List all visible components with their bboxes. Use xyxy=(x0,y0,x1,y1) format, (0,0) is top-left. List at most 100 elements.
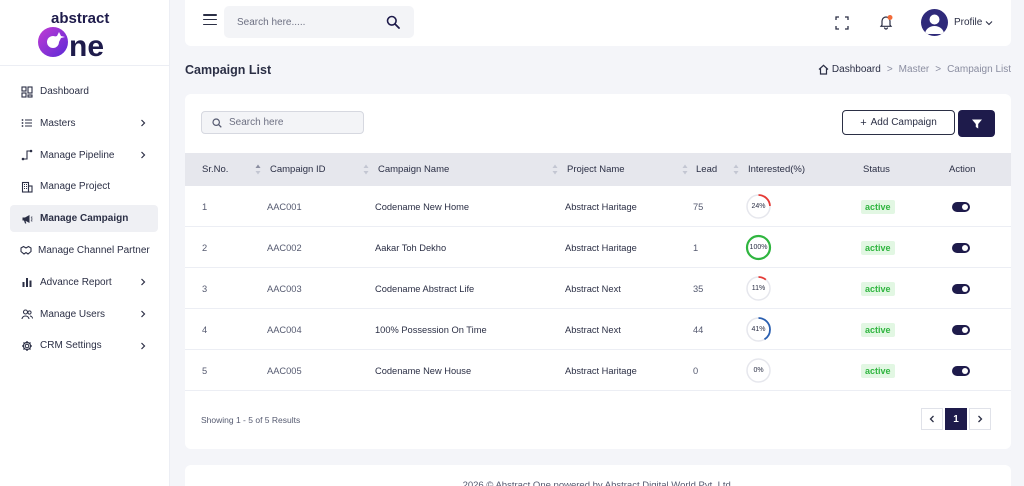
svg-text:abstract: abstract xyxy=(51,10,109,27)
sidebar-item-manage-users[interactable]: Manage Users xyxy=(10,301,158,328)
interested-progress-ring: 41% xyxy=(745,316,772,343)
action-cell xyxy=(952,350,970,391)
chevron-right-icon xyxy=(138,341,148,351)
column-header[interactable]: Lead xyxy=(696,153,717,186)
sr-no-cell: 1 xyxy=(202,201,208,212)
lead-cell: 35 xyxy=(693,283,704,294)
breadcrumb-separator: > xyxy=(935,64,942,75)
sidebar-item-manage-project[interactable]: Manage Project xyxy=(10,173,158,200)
search-icon xyxy=(212,117,222,128)
campaign-id-cell: AAC001 xyxy=(267,201,302,212)
sort-icon[interactable] xyxy=(682,164,688,175)
table-body: 1 AAC001 Codename New Home Abstract Haritag… xyxy=(185,186,1011,391)
brand-logo[interactable]: abstract ne xyxy=(0,0,169,66)
filter-button[interactable] xyxy=(958,110,995,137)
sort-icon[interactable] xyxy=(552,164,558,175)
sidebar-item-label: CRM Settings xyxy=(40,340,102,352)
sr-no-cell: 2 xyxy=(202,242,208,253)
action-cell xyxy=(952,186,970,227)
action-cell xyxy=(952,268,970,309)
grid-icon xyxy=(20,85,34,99)
interested-cell: 0% xyxy=(745,350,772,391)
abstract-one-logo: abstract ne xyxy=(37,10,109,58)
sidebar-item-label: Manage Users xyxy=(40,308,106,320)
sidebar-item-manage-campaign[interactable]: Manage Campaign xyxy=(10,205,158,233)
breadcrumb-master[interactable]: Master xyxy=(899,64,930,75)
sort-icon[interactable] xyxy=(255,164,261,175)
status-toggle[interactable] xyxy=(952,201,970,212)
sidebar-item-label: Manage Pipeline xyxy=(40,149,115,161)
sidebar-item-masters[interactable]: Masters xyxy=(10,110,158,137)
column-header[interactable]: Sr.No. xyxy=(202,153,228,186)
status-cell: active xyxy=(861,268,895,309)
global-search-input[interactable] xyxy=(237,16,377,28)
user-avatar-icon xyxy=(925,14,944,34)
notification-bell-icon[interactable] xyxy=(878,14,894,30)
column-header[interactable]: Interested(%) xyxy=(748,153,805,186)
status-toggle[interactable] xyxy=(952,242,970,253)
interested-progress-ring: 100% xyxy=(745,234,772,261)
column-header[interactable]: Campaign Name xyxy=(378,153,449,186)
pipeline-icon xyxy=(20,148,34,162)
sidebar-item-label: Dashboard xyxy=(40,86,89,97)
status-toggle[interactable] xyxy=(952,365,970,376)
avatar xyxy=(921,9,948,36)
sort-icon[interactable] xyxy=(363,164,369,175)
breadcrumb-dashboard[interactable]: Dashboard xyxy=(832,64,881,75)
next-page-button[interactable] xyxy=(969,408,991,430)
sidebar-item-label: Manage Campaign xyxy=(40,213,129,225)
menu-toggle-icon[interactable] xyxy=(203,14,217,26)
handshake-icon xyxy=(20,243,32,257)
page-button-1[interactable]: 1 xyxy=(945,408,967,430)
campaign-name-cell: Codename New House xyxy=(375,365,472,376)
add-campaign-button[interactable]: + Add Campaign xyxy=(842,110,955,135)
campaign-name-cell: Codename Abstract Life xyxy=(375,283,475,294)
lead-cell: 1 xyxy=(693,242,699,253)
sidebar-item-manage-channel-partner[interactable]: Manage Channel Partner xyxy=(10,237,158,264)
sort-icon[interactable] xyxy=(733,164,739,175)
search-icon[interactable] xyxy=(386,15,400,29)
interested-cell: 24% xyxy=(745,186,772,227)
chevron-left-icon xyxy=(929,415,934,423)
table-search-input[interactable] xyxy=(229,117,349,128)
column-header[interactable]: Project Name xyxy=(567,153,625,186)
campaign-id-cell: AAC005 xyxy=(267,365,302,376)
interested-cell: 11% xyxy=(745,268,772,309)
interested-cell: 100% xyxy=(745,227,772,268)
top-header: Profile xyxy=(185,0,1011,46)
project-name-cell: Abstract Haritage xyxy=(565,242,637,253)
status-badge: active xyxy=(861,363,895,378)
chevron-right-icon xyxy=(138,118,148,128)
table-header: Sr.No. Campaign ID Campaign Name Project Na… xyxy=(185,153,1011,186)
table-row: 2 AAC002 Aakar Toh Dekho Abstract Haritage 1… xyxy=(185,227,1011,268)
interested-value: 41% xyxy=(751,326,766,333)
chevron-right-icon xyxy=(138,309,148,319)
home-icon[interactable] xyxy=(818,64,829,75)
fullscreen-icon[interactable] xyxy=(835,16,849,30)
users-icon xyxy=(20,307,34,321)
table-search xyxy=(201,111,364,134)
interested-value: 100% xyxy=(749,244,768,251)
project-name-cell: Abstract Haritage xyxy=(565,201,637,212)
status-cell: active xyxy=(861,350,895,391)
campaign-id-cell: AAC002 xyxy=(267,242,302,253)
column-header[interactable]: Campaign ID xyxy=(270,153,325,186)
sidebar-item-advance-report[interactable]: Advance Report xyxy=(10,269,158,296)
gear-icon xyxy=(20,339,34,353)
interested-progress-ring: 11% xyxy=(745,275,772,302)
plus-icon: + xyxy=(860,116,867,129)
profile-menu[interactable]: Profile xyxy=(921,9,993,36)
sidebar-item-manage-pipeline[interactable]: Manage Pipeline xyxy=(10,142,158,169)
lead-cell: 0 xyxy=(693,365,699,376)
table-row: 5 AAC005 Codename New House Abstract Harita… xyxy=(185,350,1011,391)
status-toggle[interactable] xyxy=(952,324,970,335)
campaign-list-card: + Add Campaign Sr.No. Campaign ID Campaign… xyxy=(185,94,1011,449)
status-toggle[interactable] xyxy=(952,283,970,294)
interested-cell: 41% xyxy=(745,309,772,350)
sidebar-item-crm-settings[interactable]: CRM Settings xyxy=(10,332,158,359)
sidebar-item-dashboard[interactable]: Dashboard xyxy=(10,78,158,105)
prev-page-button[interactable] xyxy=(921,408,943,430)
profile-label: Profile xyxy=(954,17,983,28)
status-badge: active xyxy=(861,199,895,214)
sidebar-item-label: Manage Project xyxy=(40,181,111,193)
